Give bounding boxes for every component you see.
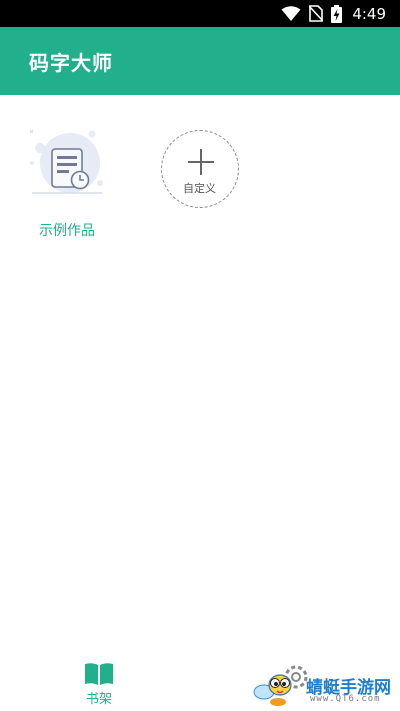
watermark: 蜻蜓手游网 www.QT6.com	[246, 658, 400, 711]
battery-charging-icon	[331, 4, 343, 23]
open-book-icon	[84, 662, 114, 686]
status-bar: 4:49	[0, 0, 400, 27]
custom-button-label: 自定义	[183, 182, 216, 195]
watermark-url: www.QT6.com	[310, 694, 381, 704]
custom-add-button[interactable]: 自定义	[161, 130, 239, 208]
tab-bookshelf[interactable]: 书架	[70, 658, 128, 708]
app-title: 码字大师	[29, 51, 113, 75]
plus-icon	[186, 147, 216, 177]
wifi-icon	[281, 5, 301, 22]
app-header: 码字大师	[0, 27, 400, 95]
tab-bookshelf-label: 书架	[85, 692, 112, 707]
status-icons: 4:49	[273, 4, 386, 23]
no-sim-icon	[309, 5, 324, 22]
status-time: 4:49	[352, 4, 386, 23]
document-clock-icon	[26, 123, 108, 203]
dragonfly-mascot-icon	[250, 660, 308, 710]
shelf-item-label: 示例作品	[39, 223, 95, 239]
